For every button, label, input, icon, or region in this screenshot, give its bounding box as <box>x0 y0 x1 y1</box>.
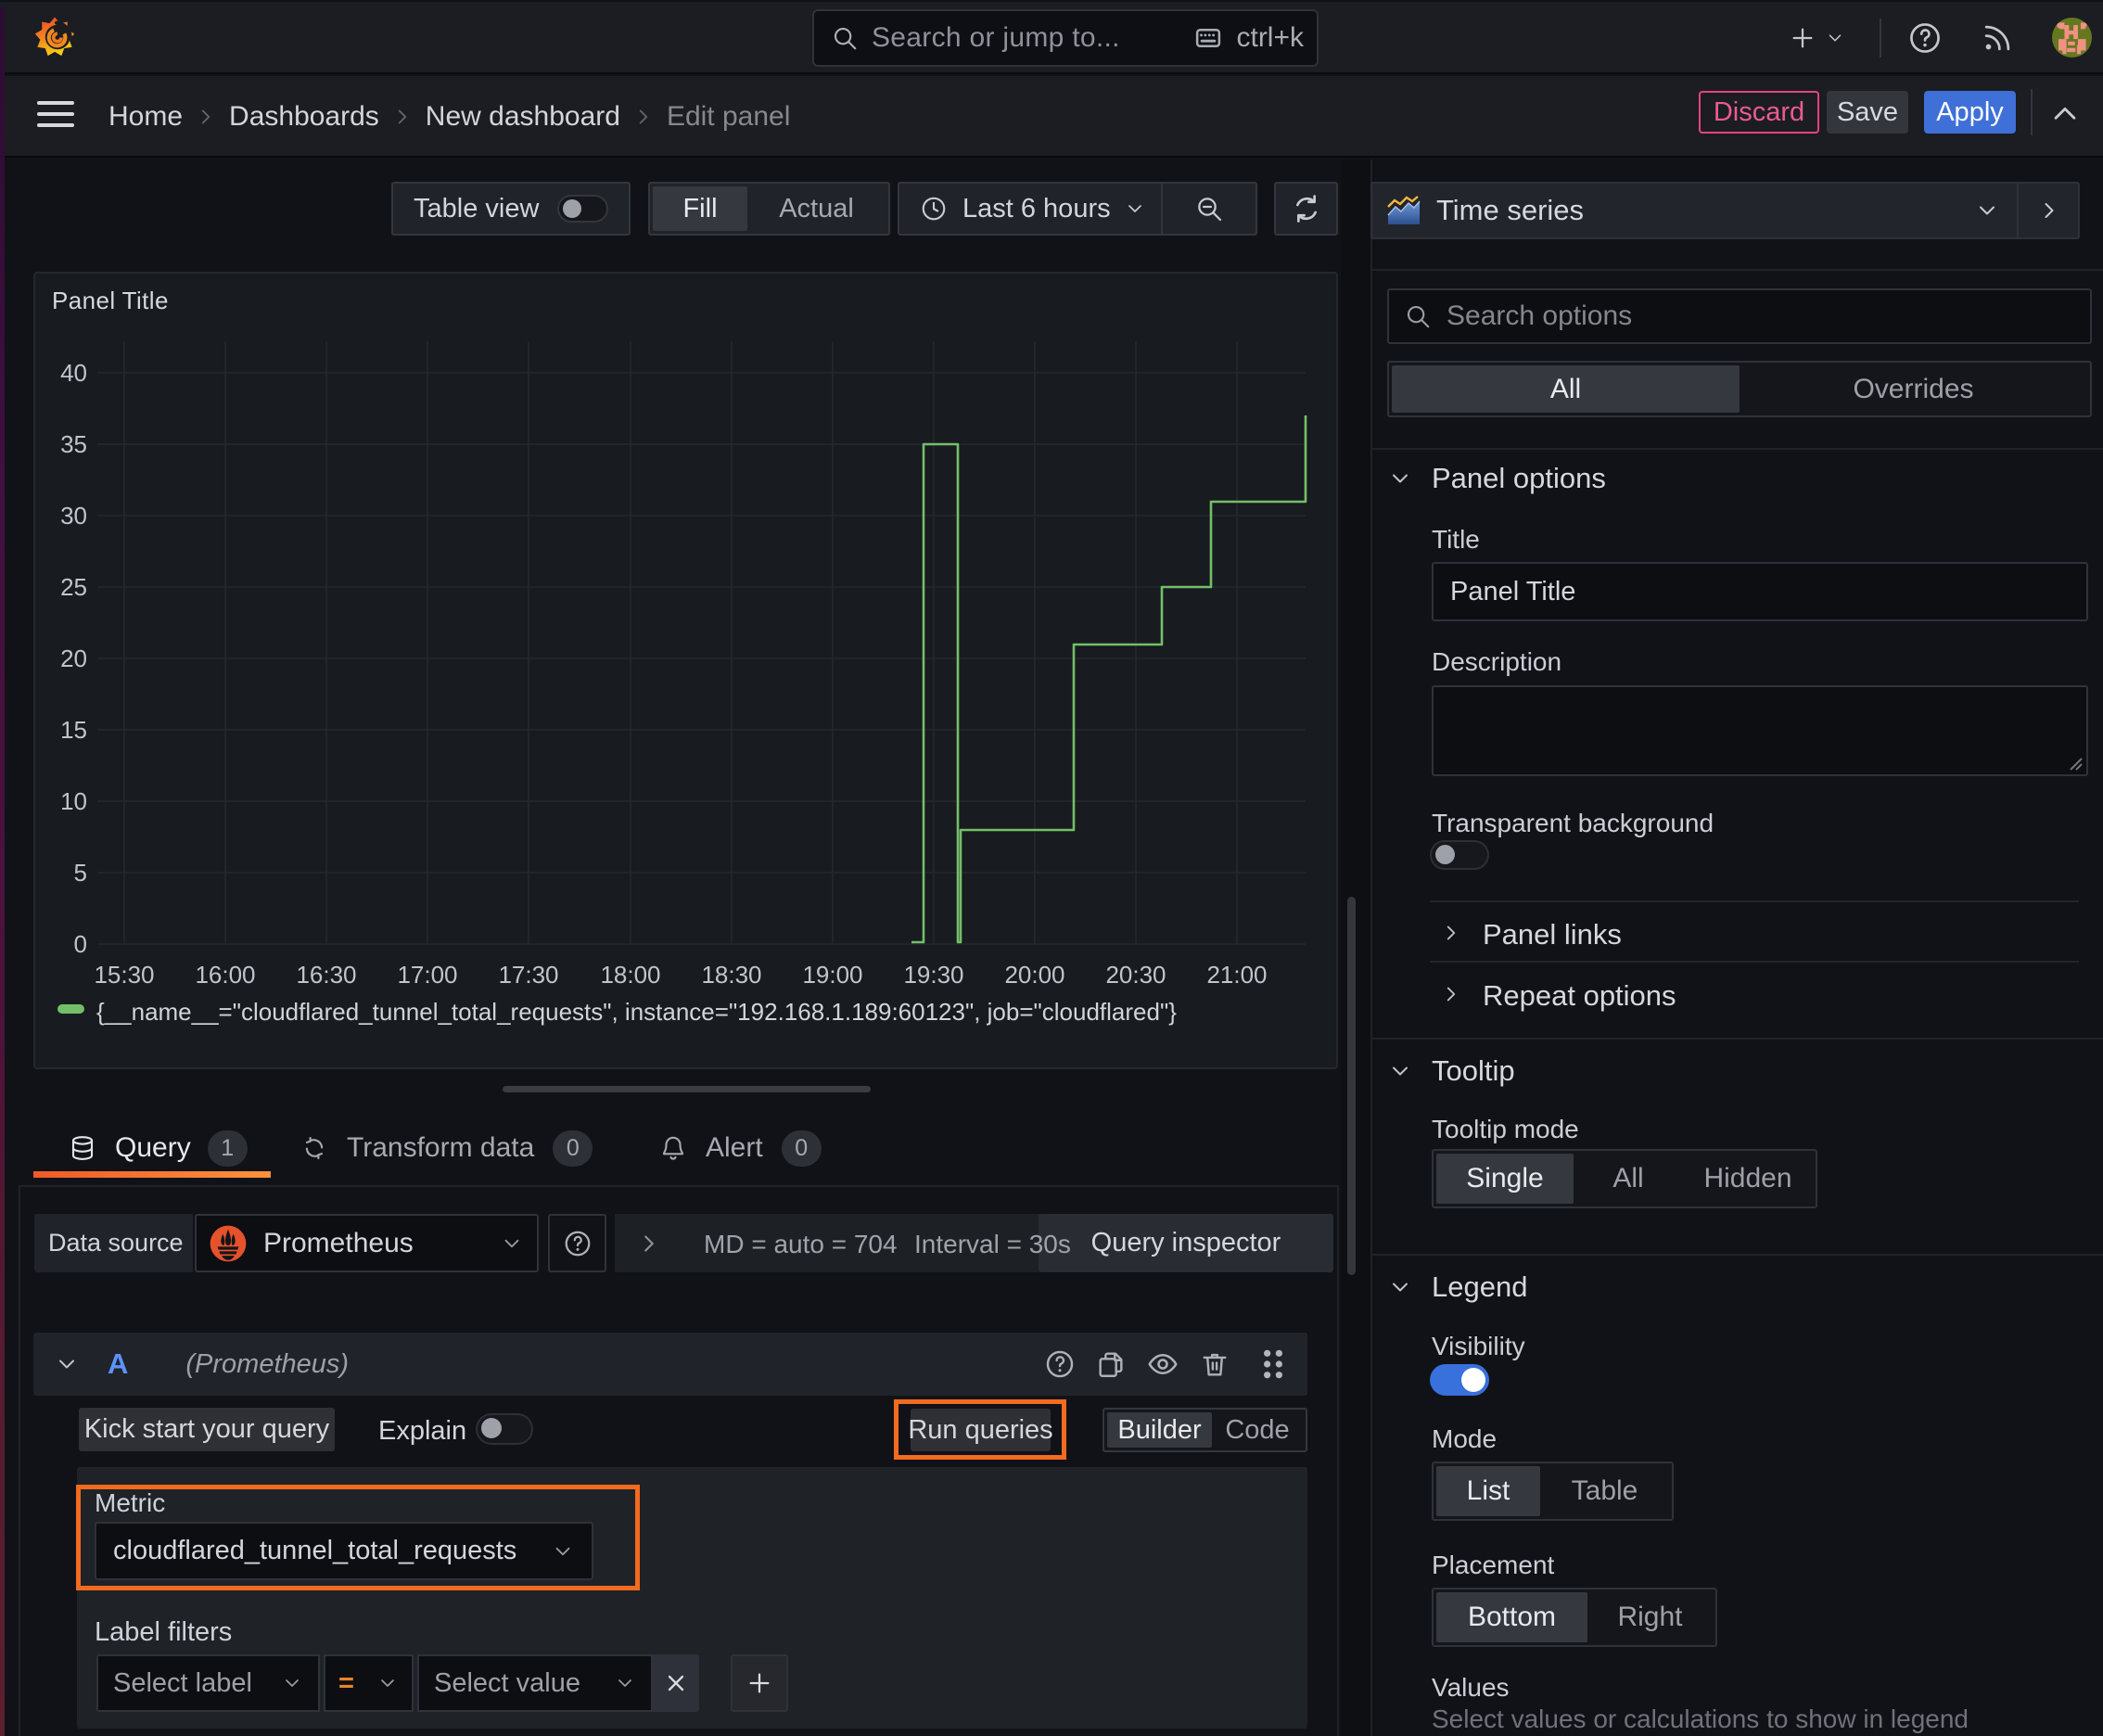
svg-text:{__name__="cloudflared_tunnel_: {__name__="cloudflared_tunnel_total_requ… <box>96 998 1177 1026</box>
svg-text:21:00: 21:00 <box>1206 961 1267 989</box>
svg-text:20: 20 <box>60 645 87 672</box>
svg-text:20:30: 20:30 <box>1105 961 1166 989</box>
svg-text:19:00: 19:00 <box>802 961 862 989</box>
svg-text:10: 10 <box>60 787 87 815</box>
svg-text:19:30: 19:30 <box>903 961 963 989</box>
svg-text:20:00: 20:00 <box>1004 961 1064 989</box>
svg-text:40: 40 <box>60 359 87 387</box>
svg-text:15:30: 15:30 <box>94 961 154 989</box>
svg-text:0: 0 <box>74 930 87 958</box>
svg-text:16:30: 16:30 <box>296 961 356 989</box>
svg-text:30: 30 <box>60 502 87 530</box>
svg-text:25: 25 <box>60 573 87 601</box>
svg-text:35: 35 <box>60 430 87 458</box>
svg-text:16:00: 16:00 <box>195 961 255 989</box>
svg-text:15: 15 <box>60 716 87 744</box>
svg-text:18:30: 18:30 <box>701 961 761 989</box>
svg-text:18:00: 18:00 <box>600 961 660 989</box>
svg-text:17:00: 17:00 <box>397 961 457 989</box>
svg-text:17:30: 17:30 <box>498 961 558 989</box>
svg-text:5: 5 <box>74 859 87 887</box>
